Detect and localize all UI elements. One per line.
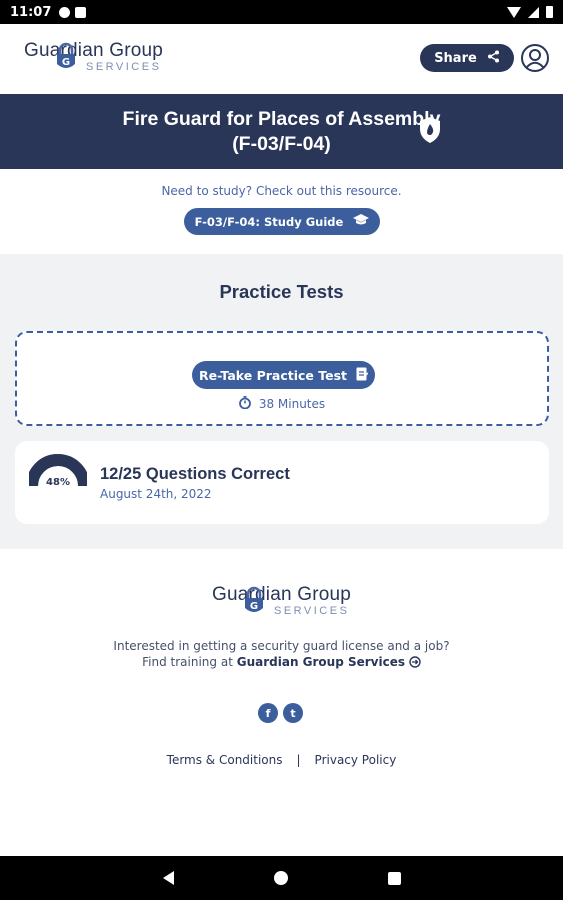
status-time: 11:07 [10,4,52,20]
study-resource-section: Need to study? Check out this resource. … [0,169,563,254]
footer-promo-line1: Interested in getting a security guard l… [113,639,450,653]
battery-icon [546,6,553,18]
twitter-icon[interactable]: t [283,703,303,723]
wifi-icon [507,6,521,18]
external-link-icon[interactable] [409,655,421,669]
back-icon[interactable] [162,871,174,885]
page-title-line1: Fire Guard for Places of Assembly [122,108,441,130]
score-date: August 24th, 2022 [100,487,212,501]
lock-icon: G [243,586,265,620]
privacy-link[interactable]: Privacy Policy [315,753,397,767]
retake-practice-test-button[interactable]: Re-Take Practice Test [192,361,375,389]
recent-apps-icon[interactable] [387,871,401,885]
signal-icon [528,6,539,18]
share-label: Share [434,50,477,66]
user-icon [520,44,550,77]
share-icon [487,50,500,67]
guardian-group-link[interactable]: Guardian Group Services [237,655,405,669]
terms-link[interactable]: Terms & Conditions [167,753,283,767]
app-header: G Guardian Group SERVICES Share [0,24,563,94]
test-result-card[interactable]: 48% 12/25 Questions Correct August 24th,… [15,441,549,524]
legal-separator: | [296,753,301,767]
study-prompt: Need to study? Check out this resource. [161,184,402,198]
status-right [507,6,553,18]
legal-links: Terms & Conditions | Privacy Policy [0,753,563,767]
footer-promo-line2: Find training at Guardian Group Services [0,655,563,669]
footer-promo-prefix: Find training at [142,655,233,669]
graduation-cap-icon [353,214,370,229]
system-nav-bar [0,856,563,900]
profile-button[interactable] [520,43,550,73]
footer-logo-subtitle: SERVICES [274,605,350,617]
svg-text:G: G [250,601,258,612]
page-title-line2: (F-03/F-04) [232,133,331,155]
score-percent: 48% [46,477,70,488]
fire-shield-icon [418,116,442,148]
share-button[interactable]: Share [420,44,514,72]
lock-icon: G [55,42,77,76]
practice-tests-section: Practice Tests Re-Take Practice Test 38 [0,254,563,549]
practice-tests-title: Practice Tests [219,281,344,302]
notification-icon [59,6,71,18]
score-gauge: 48% [26,453,90,493]
retake-label: Re-Take Practice Test [198,367,348,383]
guardian-logo[interactable]: G Guardian Group SERVICES [24,40,163,73]
home-icon[interactable] [273,871,288,885]
logo-subtitle: SERVICES [86,61,162,73]
footer-logo[interactable]: G Guardian Group SERVICES [212,584,351,617]
test-duration: 38 Minutes [17,396,547,412]
svg-text:G: G [62,57,70,68]
facebook-icon[interactable]: f [258,703,278,723]
study-guide-label: F-03/F-04: Study Guide [194,214,344,229]
score-summary: 12/25 Questions Correct [100,465,290,483]
footer-logo-title: Guardian Group [212,584,352,605]
stopwatch-icon [238,396,251,412]
logo-title: Guardian Group [24,40,164,61]
footer: G Guardian Group SERVICES Interested in … [0,556,563,856]
duration-text: 38 Minutes [258,397,326,411]
edit-document-icon [356,367,369,384]
study-guide-button[interactable]: F-03/F-04: Study Guide [184,208,380,235]
retake-card: Re-Take Practice Test 38 Minutes [15,331,549,426]
social-links: f t [258,703,303,723]
storage-icon [75,6,87,18]
title-banner: Fire Guard for Places of Assembly (F-03/… [0,94,563,169]
status-bar: 11:07 [0,0,563,24]
page-title: Fire Guard for Places of Assembly (F-03/… [0,107,563,157]
